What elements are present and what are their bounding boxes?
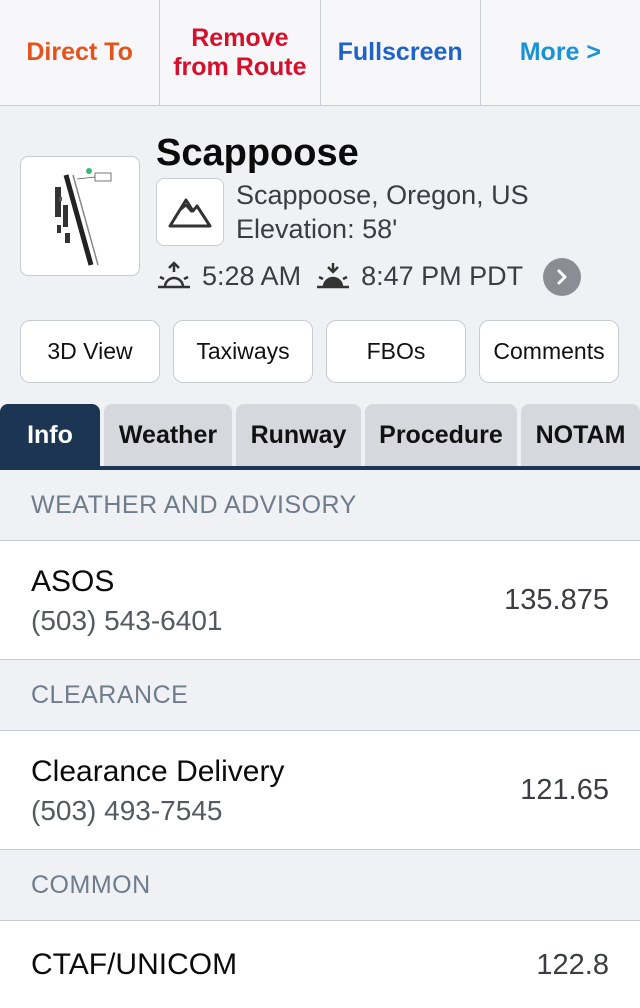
airport-name: Scappoose: [156, 132, 359, 174]
airport-diagram-thumbnail[interactable]: [20, 156, 140, 276]
3d-view-button[interactable]: 3D View: [20, 320, 160, 383]
airport-view-buttons: 3D View Taxiways FBOs Comments: [20, 320, 619, 383]
more-button[interactable]: More >: [481, 0, 640, 105]
section-header-clearance: CLEARANCE: [0, 660, 640, 731]
chevron-right-icon: [557, 269, 567, 285]
frequency-list: WEATHER AND ADVISORY ASOS (503) 543-6401…: [0, 470, 640, 1008]
frequency-name: ASOS: [31, 565, 115, 598]
frequency-value: 135.875: [504, 583, 609, 616]
sunset-time: 8:47 PM PDT: [361, 260, 524, 291]
list-item[interactable]: CTAF/UNICOM 122.8: [0, 921, 640, 1008]
airport-elevation: Elevation: 58': [236, 214, 398, 244]
sunset-icon: [315, 261, 351, 291]
tab-info[interactable]: Info: [0, 404, 100, 466]
frequency-value: 121.65: [520, 773, 609, 806]
taxiways-button[interactable]: Taxiways: [173, 320, 313, 383]
airport-diagram-icon: [55, 168, 112, 266]
airport-details-button[interactable]: [543, 258, 581, 296]
remove-from-route-button[interactable]: Remove from Route: [160, 0, 321, 105]
tab-runway[interactable]: Runway: [236, 404, 361, 466]
frequency-name: CTAF/UNICOM: [31, 948, 238, 981]
airport-header: Scappoose Scappoose, Oregon, US Elevatio…: [0, 106, 640, 404]
section-header-weather: WEATHER AND ADVISORY: [0, 470, 640, 541]
airport-tabs: Info Weather Runway Procedure NOTAM: [0, 404, 640, 470]
frequency-name: Clearance Delivery: [31, 755, 285, 788]
list-item[interactable]: ASOS (503) 543-6401 135.875: [0, 541, 640, 660]
comments-button[interactable]: Comments: [479, 320, 619, 383]
action-toolbar: Direct To Remove from Route Fullscreen M…: [0, 0, 640, 106]
direct-to-button[interactable]: Direct To: [0, 0, 161, 105]
fullscreen-button[interactable]: Fullscreen: [321, 0, 481, 105]
list-item[interactable]: Clearance Delivery (503) 493-7545 121.65: [0, 731, 640, 850]
fbos-button[interactable]: FBOs: [326, 320, 466, 383]
sunrise-time: 5:28 AM: [202, 260, 302, 291]
tab-notam[interactable]: NOTAM: [521, 404, 640, 466]
frequency-phone[interactable]: (503) 493-7545: [31, 795, 222, 827]
mountain-icon: [156, 178, 224, 246]
airport-location: Scappoose, Oregon, US: [236, 180, 529, 210]
tab-procedure[interactable]: Procedure: [365, 404, 517, 466]
tab-weather[interactable]: Weather: [104, 404, 232, 466]
section-header-common: COMMON: [0, 850, 640, 921]
frequency-value: 122.8: [536, 948, 609, 981]
sun-times: 5:28 AM 8:47 PM PDT: [156, 256, 537, 296]
frequency-phone[interactable]: (503) 543-6401: [31, 605, 222, 637]
sunrise-icon: [156, 261, 192, 291]
